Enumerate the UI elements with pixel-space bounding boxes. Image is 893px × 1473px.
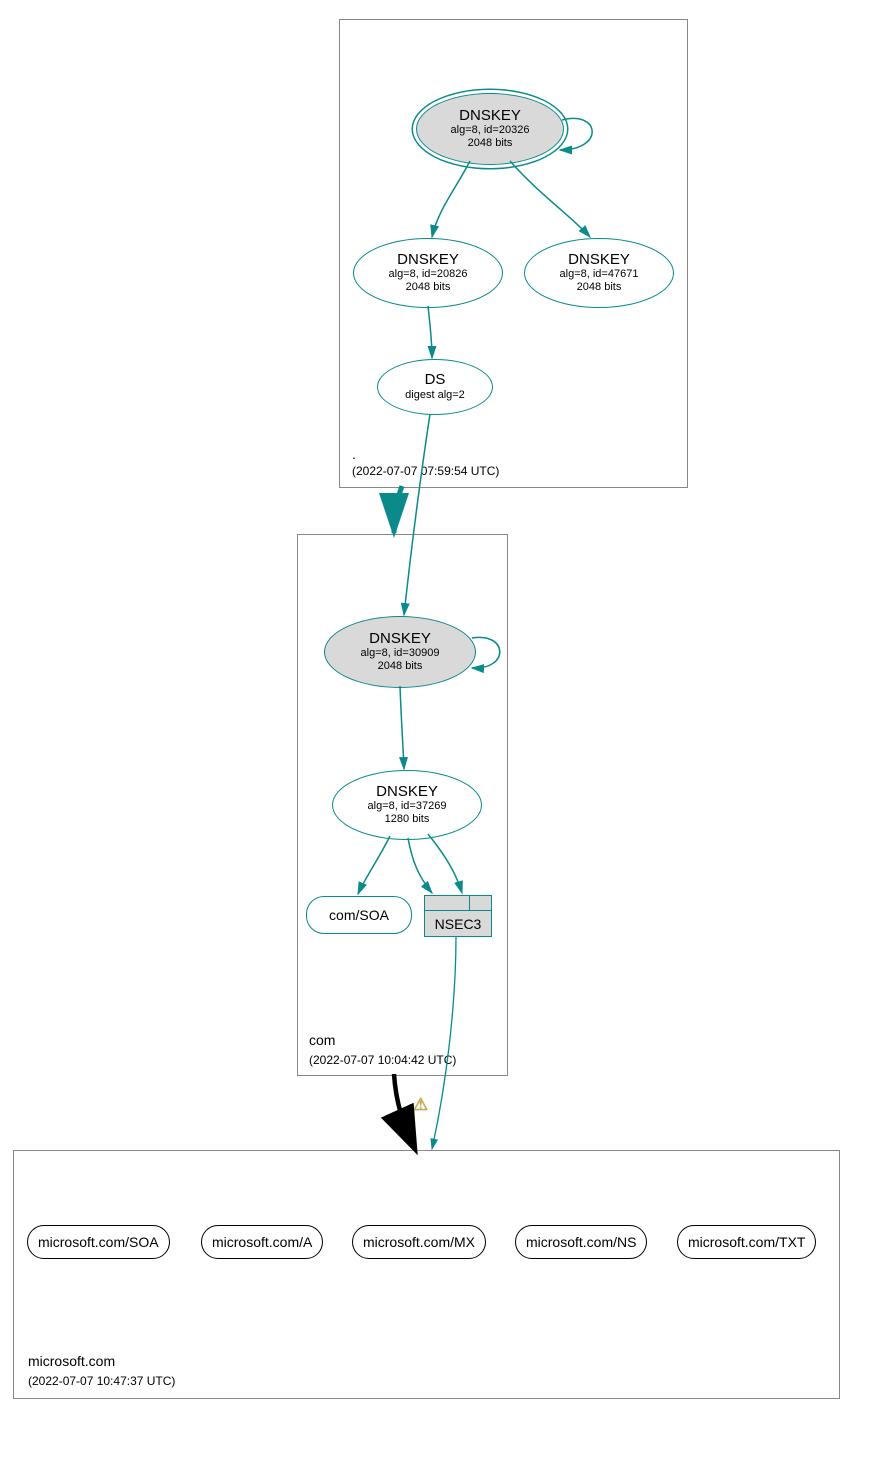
node-title: DNSKEY xyxy=(568,252,630,269)
node-label: com/SOA xyxy=(329,907,389,923)
node-sub: 1280 bits xyxy=(385,813,430,826)
node-label: microsoft.com/A xyxy=(212,1234,312,1250)
nsec3-box: NSEC3 xyxy=(424,895,492,937)
nsec3-label: NSEC3 xyxy=(425,916,491,932)
warning-icon: ⚠ xyxy=(413,1095,428,1115)
ms-mx: microsoft.com/MX xyxy=(352,1225,486,1259)
com-soa: com/SOA xyxy=(306,896,412,934)
node-sub: alg=8, id=47671 xyxy=(560,268,639,281)
ms-soa: microsoft.com/SOA xyxy=(27,1225,170,1259)
node-sub: 2048 bits xyxy=(378,660,423,673)
zone-ms-label: microsoft.com xyxy=(28,1353,115,1369)
divider xyxy=(425,910,491,911)
node-label: microsoft.com/TXT xyxy=(688,1234,805,1250)
zone-root-label: . xyxy=(352,446,356,462)
node-label: microsoft.com/SOA xyxy=(38,1234,159,1250)
node-sub: alg=8, id=20826 xyxy=(389,268,468,281)
dnskey-root-zsk1: DNSKEY alg=8, id=20826 2048 bits xyxy=(353,238,503,308)
node-sub: 2048 bits xyxy=(468,137,513,150)
node-title: DS xyxy=(425,372,446,389)
zone-com-label: com xyxy=(309,1032,335,1048)
dnskey-com-ksk: DNSKEY alg=8, id=30909 2048 bits xyxy=(324,616,476,688)
node-label: microsoft.com/MX xyxy=(363,1234,475,1250)
ms-a: microsoft.com/A xyxy=(201,1225,323,1259)
node-sub: alg=8, id=20326 xyxy=(451,124,530,137)
node-sub: 2048 bits xyxy=(406,281,451,294)
node-title: DNSKEY xyxy=(397,252,459,269)
ds-record: DS digest alg=2 xyxy=(377,359,493,415)
node-label: microsoft.com/NS xyxy=(526,1234,636,1250)
dnskey-com-zsk: DNSKEY alg=8, id=37269 1280 bits xyxy=(332,770,482,840)
zone-com-timestamp: (2022-07-07 10:04:42 UTC) xyxy=(309,1053,456,1067)
node-sub: alg=8, id=30909 xyxy=(361,647,440,660)
divider xyxy=(469,896,470,910)
ms-ns: microsoft.com/NS xyxy=(515,1225,647,1259)
node-sub: alg=8, id=37269 xyxy=(368,800,447,813)
dnskey-root-ksk: DNSKEY alg=8, id=20326 2048 bits xyxy=(416,93,564,165)
zone-root-timestamp: (2022-07-07 07:59:54 UTC) xyxy=(352,464,499,478)
zone-microsoft xyxy=(13,1150,840,1399)
node-sub: digest alg=2 xyxy=(405,389,465,402)
node-title: DNSKEY xyxy=(376,784,438,801)
node-sub: 2048 bits xyxy=(577,281,622,294)
node-title: DNSKEY xyxy=(459,108,521,125)
node-title: DNSKEY xyxy=(369,631,431,648)
dnskey-root-zsk2: DNSKEY alg=8, id=47671 2048 bits xyxy=(524,238,674,308)
zone-ms-timestamp: (2022-07-07 10:47:37 UTC) xyxy=(28,1374,175,1388)
ms-txt: microsoft.com/TXT xyxy=(677,1225,816,1259)
